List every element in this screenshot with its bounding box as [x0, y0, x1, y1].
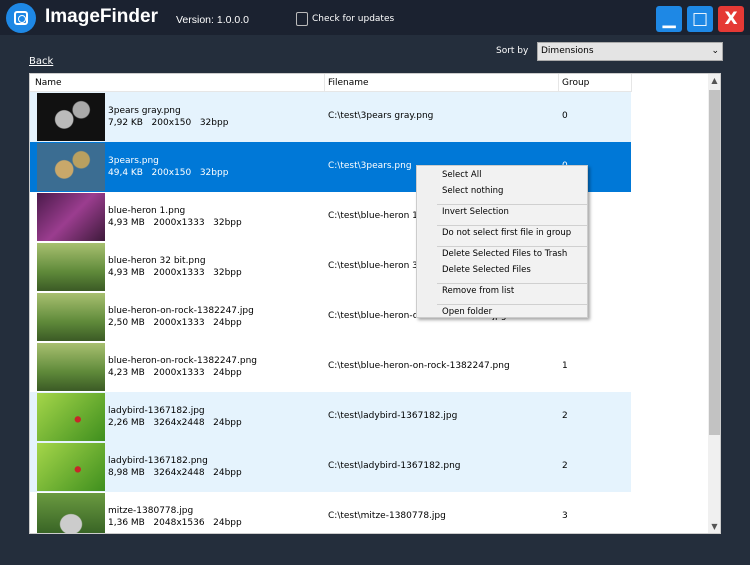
back-link[interactable]: Back	[29, 56, 53, 67]
menu-item[interactable]: Invert Selection	[442, 207, 509, 217]
thumbnail-image	[37, 493, 105, 533]
group-number: 2	[562, 461, 568, 471]
file-path: C:\test\ladybird-1367182.png	[328, 461, 461, 471]
file-name: 3pears.png	[108, 156, 159, 166]
file-name: ladybird-1367182.png	[108, 456, 208, 466]
menu-item[interactable]: Do not select first file in group	[442, 228, 571, 238]
file-name: 3pears gray.png	[108, 106, 181, 116]
sort-value: Dimensions	[541, 46, 594, 56]
table-row[interactable]: ladybird-1367182.jpg 2,26 MB 3264x2448 24…	[30, 392, 631, 442]
scroll-down-icon[interactable]: ▼	[708, 522, 720, 531]
menu-item[interactable]: Open folder	[442, 307, 492, 317]
file-info: 8,98 MB 3264x2448 24bpp	[108, 468, 242, 478]
thumbnail-image	[37, 443, 105, 491]
menu-item[interactable]: Delete Selected Files	[442, 265, 531, 275]
file-name: blue-heron 1.png	[108, 206, 186, 216]
thumbnail-image	[37, 343, 105, 391]
close-button[interactable]: X	[718, 6, 744, 32]
thumbnail-image	[37, 393, 105, 441]
file-info: 4,23 MB 2000x1333 24bpp	[108, 368, 242, 378]
file-path: C:\test\blue-heron-on-rock-1382247.png	[328, 361, 510, 371]
table-row[interactable]: 3pears gray.png 7,92 KB 200x150 32bpp C:\…	[30, 92, 631, 142]
file-path: C:\test\3pears.png	[328, 161, 412, 171]
file-info: 2,50 MB 2000x1333 24bpp	[108, 318, 242, 328]
thumbnail-image	[37, 143, 105, 191]
app-logo-icon	[6, 3, 36, 33]
scroll-up-icon[interactable]: ▲	[708, 76, 720, 85]
minimize-button[interactable]: ▁	[656, 6, 682, 32]
update-icon	[296, 12, 308, 26]
file-name: blue-heron 32 bit.png	[108, 256, 206, 266]
file-path: C:\test\ladybird-1367182.jpg	[328, 411, 458, 421]
version-label: Version: 1.0.0.0	[176, 14, 249, 26]
menu-item[interactable]: Select All	[442, 170, 481, 180]
table-row[interactable]: mitze-1380778.jpg 1,36 MB 2048x1536 24bpp…	[30, 492, 631, 533]
column-group[interactable]: Group	[562, 78, 589, 88]
column-filename[interactable]: Filename	[328, 78, 369, 88]
menu-item[interactable]: Delete Selected Files to Trash	[442, 249, 567, 259]
file-info: 49,4 KB 200x150 32bpp	[108, 168, 229, 178]
file-path: C:\test\mitze-1380778.jpg	[328, 511, 446, 521]
file-info: 1,36 MB 2048x1536 24bpp	[108, 518, 242, 528]
file-path: C:\test\3pears gray.png	[328, 111, 434, 121]
check-updates-button[interactable]: Check for updates	[296, 12, 394, 26]
menu-separator	[437, 204, 587, 205]
menu-separator	[437, 304, 587, 305]
table-row[interactable]: ladybird-1367182.png 8,98 MB 3264x2448 24…	[30, 442, 631, 492]
file-info: 2,26 MB 3264x2448 24bpp	[108, 418, 242, 428]
group-number: 3	[562, 511, 568, 521]
sort-label: Sort by	[496, 46, 529, 56]
results-table: Name Filename Group 3pears gray.png 7,92 …	[29, 73, 721, 534]
chevron-down-icon: ⌄	[711, 46, 719, 56]
file-name: blue-heron-on-rock-1382247.png	[108, 356, 258, 366]
column-name[interactable]: Name	[35, 78, 62, 88]
thumbnail-image	[37, 293, 105, 341]
file-name: blue-heron-on-rock-1382247.jpg	[108, 306, 254, 316]
file-name: mitze-1380778.jpg	[108, 506, 194, 516]
menu-separator	[437, 246, 587, 247]
vertical-scrollbar[interactable]: ▲ ▼	[708, 74, 720, 533]
maximize-button[interactable]: □	[687, 6, 713, 32]
group-number: 1	[562, 361, 568, 371]
menu-separator	[437, 283, 587, 284]
group-number: 0	[562, 111, 568, 121]
app-title: ImageFinder	[45, 6, 158, 27]
thumbnail-image	[37, 193, 105, 241]
menu-separator	[437, 225, 587, 226]
thumbnail-image	[37, 93, 105, 141]
title-bar: ImageFinder Version: 1.0.0.0 Check for u…	[0, 0, 750, 35]
thumbnail-image	[37, 243, 105, 291]
file-name: ladybird-1367182.jpg	[108, 406, 205, 416]
sort-select[interactable]: Dimensions ⌄	[537, 42, 723, 61]
file-info: 4,93 MB 2000x1333 32bpp	[108, 268, 242, 278]
context-menu: Select All Select nothing Invert Selection…	[416, 165, 588, 318]
scrollbar-thumb[interactable]	[709, 90, 720, 435]
table-header: Name Filename Group	[30, 74, 632, 92]
file-info: 7,92 KB 200x150 32bpp	[108, 118, 229, 128]
group-number: 2	[562, 411, 568, 421]
menu-item[interactable]: Remove from list	[442, 286, 514, 296]
menu-item[interactable]: Select nothing	[442, 186, 503, 196]
table-row[interactable]: blue-heron-on-rock-1382247.png 4,23 MB 20…	[30, 342, 631, 392]
check-updates-label: Check for updates	[312, 14, 395, 24]
file-info: 4,93 MB 2000x1333 32bpp	[108, 218, 242, 228]
